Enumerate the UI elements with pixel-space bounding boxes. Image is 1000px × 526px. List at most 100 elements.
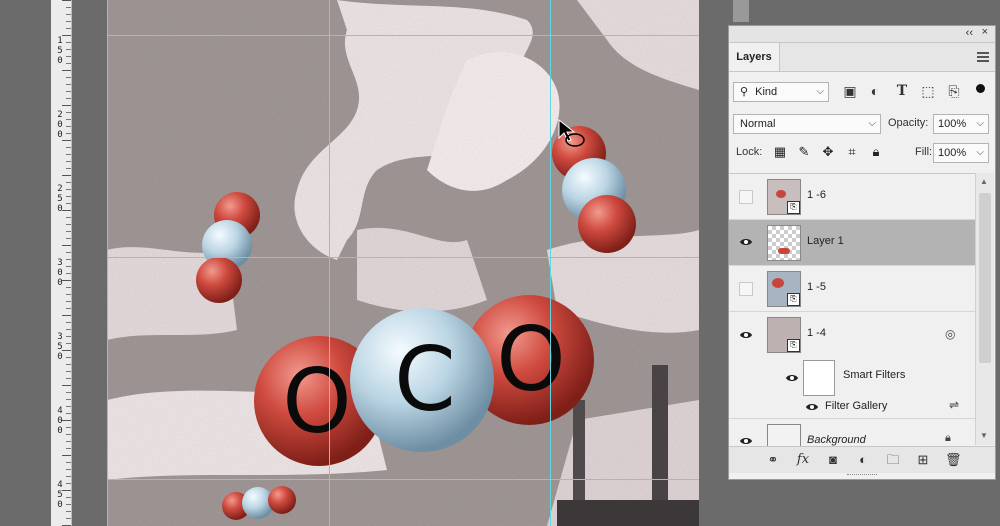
ruler-tick xyxy=(66,511,71,512)
guide-line[interactable] xyxy=(550,0,551,526)
new-layer-icon[interactable]: ⊞ xyxy=(915,452,931,468)
panel-menu-icon[interactable] xyxy=(977,52,989,64)
resize-grip[interactable] xyxy=(847,474,877,478)
eye-icon[interactable] xyxy=(805,400,819,414)
ruler-tick xyxy=(66,21,71,22)
ruler-tick xyxy=(62,105,71,106)
smart-filters-label: Smart Filters xyxy=(843,369,906,381)
ruler-label: 4 5 0 xyxy=(57,480,63,510)
layer-thumbnail: ⎘ xyxy=(767,271,801,307)
layer-row[interactable]: ⎘ 1 -4 ◎ xyxy=(729,312,975,362)
ruler-tick xyxy=(62,175,71,176)
ruler-tick xyxy=(66,91,71,92)
shape-filter-icon[interactable]: ⬚ xyxy=(919,83,937,99)
close-icon[interactable]: × xyxy=(982,26,988,38)
ruler-tick xyxy=(66,217,71,218)
smart-filters-row[interactable]: Smart Filters xyxy=(729,358,975,396)
canvas-image: O C O xyxy=(107,0,699,526)
eye-icon[interactable] xyxy=(785,371,799,385)
fill-field[interactable]: 100% ⌵ xyxy=(933,143,989,163)
ruler-tick xyxy=(66,273,71,274)
ruler-tick xyxy=(66,336,71,337)
layer-row[interactable]: ⎘ 1 -6 xyxy=(729,174,975,220)
ruler-tick xyxy=(66,378,71,379)
filter-gallery-row[interactable]: Filter Gallery ⇌ xyxy=(729,396,975,419)
guide-line[interactable] xyxy=(329,0,330,526)
trash-icon[interactable]: 🗑 xyxy=(945,452,962,468)
scroll-up-icon[interactable]: ▲ xyxy=(980,177,988,186)
ruler-tick xyxy=(62,0,71,1)
ruler-tick xyxy=(66,252,71,253)
document-canvas[interactable]: O C O xyxy=(107,0,699,526)
blend-mode-select[interactable]: Normal ⌵ xyxy=(733,114,881,134)
canvas-scrollbar[interactable] xyxy=(733,0,749,22)
fx-icon[interactable]: fx xyxy=(795,452,811,468)
eye-icon[interactable] xyxy=(739,434,753,446)
smart-filter-indicator-icon[interactable]: ◎ xyxy=(945,327,955,341)
ruler-tick xyxy=(66,84,71,85)
molecule-letter: O xyxy=(496,308,565,411)
ruler-tick xyxy=(66,441,71,442)
layer-name: Background xyxy=(807,434,866,446)
ruler-tick xyxy=(62,455,71,456)
ruler-label: 1 5 0 xyxy=(57,36,63,66)
ruler-tick xyxy=(66,469,71,470)
ruler-label: 3 5 0 xyxy=(57,332,63,362)
ruler-tick xyxy=(66,42,71,43)
link-icon[interactable]: ⚭ xyxy=(765,452,781,468)
double-chevron-left-icon[interactable]: ‹‹ xyxy=(966,27,973,39)
filter-options-icon[interactable]: ⇌ xyxy=(949,398,959,412)
lock-transparent-icon[interactable]: ▦ xyxy=(773,145,787,159)
visibility-toggle-off[interactable] xyxy=(739,190,753,204)
adjustment-icon[interactable]: ◐ xyxy=(855,452,871,468)
guide-line[interactable] xyxy=(107,35,699,36)
ruler-tick xyxy=(66,161,71,162)
scrollbar-thumb[interactable] xyxy=(979,193,991,363)
ruler-tick xyxy=(66,294,71,295)
ruler-tick xyxy=(66,98,71,99)
ruler-tick xyxy=(66,483,71,484)
ruler-tick xyxy=(66,28,71,29)
visibility-toggle-off[interactable] xyxy=(739,282,753,296)
layer-row[interactable]: ⎘ 1 -5 xyxy=(729,266,975,312)
ruler-tick xyxy=(66,182,71,183)
adjustment-filter-icon[interactable]: ◐ xyxy=(866,83,884,99)
opacity-field[interactable]: 100% ⌵ xyxy=(933,114,989,134)
vertical-ruler[interactable]: 1 5 0 2 0 0 2 5 0 3 0 0 3 5 0 4 0 0 4 5 … xyxy=(51,0,72,526)
ruler-tick xyxy=(66,266,71,267)
chevron-down-icon: ⌵ xyxy=(868,118,876,129)
kind-filter-select[interactable]: ⚲ Kind ⌵ xyxy=(733,82,829,102)
artboard-icon[interactable]: ⌗ xyxy=(845,145,859,159)
ruler-tick xyxy=(66,168,71,169)
ruler-tick xyxy=(62,210,71,211)
folder-icon[interactable]: 🗀 xyxy=(885,452,901,468)
blend-row: Normal ⌵ Opacity: 100% ⌵ xyxy=(733,113,991,135)
filter-toggle-icon[interactable] xyxy=(976,84,985,93)
eye-icon[interactable] xyxy=(739,328,753,342)
pixel-filter-icon[interactable]: ▣ xyxy=(841,83,859,99)
layer-row-selected[interactable]: Layer 1 xyxy=(729,220,975,266)
scroll-down-icon[interactable]: ▼ xyxy=(980,431,988,440)
guide-line[interactable] xyxy=(107,257,699,258)
smart-object-filter-icon[interactable]: ⎘ xyxy=(945,83,963,99)
layers-scrollbar[interactable]: ▲ ▼ xyxy=(975,173,994,445)
ruler-tick xyxy=(62,420,71,421)
chevron-down-icon: ⌵ xyxy=(816,86,824,97)
layers-panel: ‹‹ × Layers ⚲ Kind ⌵ ▣ ◐ T ⬚ ⎘ Normal ⌵ … xyxy=(728,25,996,480)
guide-line[interactable] xyxy=(107,0,108,526)
lock-row: Lock: ▦ ✎ ✥ ⌗ 🔒︎ Fill: 100% ⌵ xyxy=(733,143,991,166)
brush-icon[interactable]: ✎ xyxy=(797,145,811,159)
ruler-tick xyxy=(66,413,71,414)
ruler-tick xyxy=(62,140,71,141)
mask-icon[interactable]: ◙ xyxy=(825,452,841,468)
type-filter-icon[interactable]: T xyxy=(893,83,911,99)
ruler-tick xyxy=(66,392,71,393)
eye-icon[interactable] xyxy=(739,235,753,249)
kind-label: Kind xyxy=(755,86,778,98)
ruler-tick xyxy=(66,308,71,309)
tab-layers[interactable]: Layers xyxy=(729,43,780,71)
lock-icon[interactable]: 🔒︎ xyxy=(869,145,883,159)
move-icon[interactable]: ✥ xyxy=(821,145,835,159)
layer-row[interactable]: Background 🔒︎ xyxy=(729,419,975,446)
guide-line[interactable] xyxy=(107,479,699,480)
